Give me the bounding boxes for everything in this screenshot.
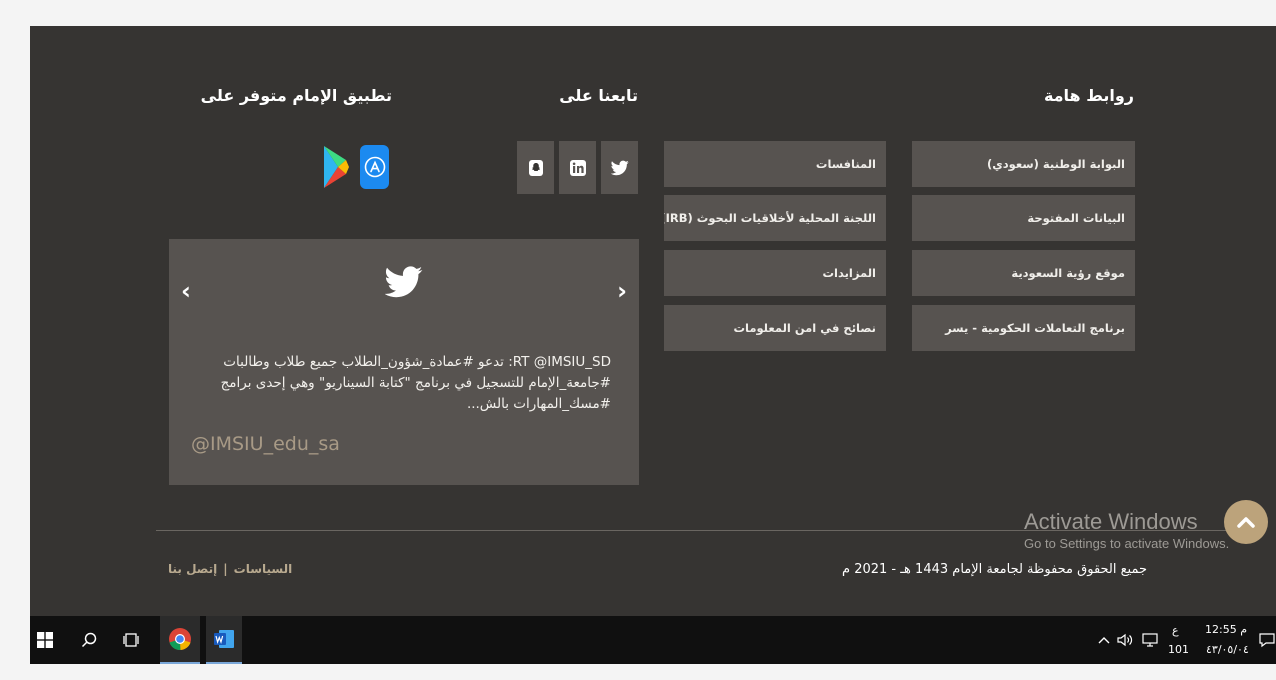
twitter-button[interactable]	[601, 141, 638, 194]
chrome-taskbar-button[interactable]	[160, 616, 200, 664]
scroll-to-top-button[interactable]	[1224, 500, 1268, 544]
linkedin-icon	[569, 159, 586, 176]
link-open-data[interactable]: البيانات المفتوحة	[912, 195, 1135, 241]
chevron-left-icon[interactable]: ‹	[181, 277, 191, 305]
network-icon	[1142, 633, 1158, 647]
policies-link[interactable]: السياسات	[234, 562, 293, 576]
app-store-button[interactable]	[360, 145, 389, 189]
activate-windows-title: Activate Windows	[1024, 509, 1198, 534]
activate-windows-subtitle: Go to Settings to activate Windows.	[1024, 536, 1230, 551]
network-button[interactable]	[1140, 616, 1160, 664]
activate-windows-watermark: Activate Windows Go to Settings to activ…	[1024, 509, 1229, 553]
task-view-button[interactable]	[116, 616, 146, 664]
search-icon	[81, 632, 97, 648]
twitter-feed-widget: ‹ › RT @IMSIU_SD: تدعو #عمادة_شؤون_الطلا…	[169, 239, 639, 485]
snapchat-button[interactable]	[517, 141, 554, 194]
link-security-tips[interactable]: نصائح في امن المعلومات	[664, 305, 886, 351]
chevron-up-icon	[1098, 637, 1110, 644]
screenshot-stage: روابط هامة تابعنا على تطبيق الإمام متوفر…	[0, 0, 1276, 680]
twitter-icon	[610, 160, 629, 175]
word-taskbar-button[interactable]	[206, 616, 242, 664]
linkedin-button[interactable]	[559, 141, 596, 194]
link-irb[interactable]: اللجنة المحلية لأخلاقيات البحوث (IRB)	[664, 195, 886, 241]
app-store-icon	[364, 156, 385, 178]
google-play-button[interactable]	[322, 144, 350, 190]
notification-icon	[1259, 633, 1275, 648]
twitter-handle-link[interactable]: @IMSIU_edu_sa	[191, 433, 340, 455]
taskbar-search-button[interactable]	[74, 616, 104, 664]
windows-start-icon	[37, 632, 53, 648]
link-separator: |	[223, 562, 228, 576]
link-tenders[interactable]: المنافسات	[664, 141, 886, 187]
start-button[interactable]	[30, 616, 60, 664]
link-yesser[interactable]: برنامج التعاملات الحكومية - يسر	[912, 305, 1135, 351]
clock-date[interactable]: ٤٣/٠٥/٠٤	[1206, 643, 1249, 656]
notifications-button[interactable]	[1258, 616, 1276, 664]
link-national-portal[interactable]: البوابة الوطنية (سعودي)	[912, 141, 1135, 187]
volume-icon	[1117, 633, 1133, 647]
app-heading: تطبيق الإمام متوفر على	[200, 86, 392, 105]
chrome-icon	[169, 628, 191, 651]
tweet-text: RT @IMSIU_SD: تدعو #عمادة_شؤون_الطلاب جم…	[220, 354, 611, 412]
site-footer: روابط هامة تابعنا على تطبيق الإمام متوفر…	[30, 26, 1276, 616]
input-language-top[interactable]: ع	[1172, 624, 1179, 637]
windows-taskbar: ع 101 12:55 م ٤٣/٠٥/٠٤	[30, 616, 1276, 664]
input-language-bottom[interactable]: 101	[1168, 643, 1189, 656]
clock-time[interactable]: 12:55 م	[1205, 623, 1247, 636]
show-hidden-icons-button[interactable]	[1096, 616, 1112, 664]
links-heading: روابط هامة	[1043, 86, 1134, 105]
google-play-icon	[324, 146, 349, 188]
word-icon	[214, 630, 234, 648]
footer-bottom-links: السياسات | إتصل بنا	[168, 562, 292, 576]
chevron-up-icon	[1237, 517, 1255, 528]
chevron-right-icon[interactable]: ›	[617, 277, 627, 305]
twitter-bird-icon	[384, 265, 423, 303]
contact-link[interactable]: إتصل بنا	[168, 562, 217, 576]
task-view-icon	[123, 633, 139, 647]
volume-button[interactable]	[1116, 616, 1134, 664]
snapchat-icon	[528, 159, 543, 176]
follow-heading: تابعنا على	[559, 86, 638, 105]
link-auctions[interactable]: المزايدات	[664, 250, 886, 296]
copyright-text: جميع الحقوق محفوظة لجامعة الإمام 1443 هـ…	[842, 562, 1148, 577]
link-saudi-vision[interactable]: موقع رؤية السعودية	[912, 250, 1135, 296]
